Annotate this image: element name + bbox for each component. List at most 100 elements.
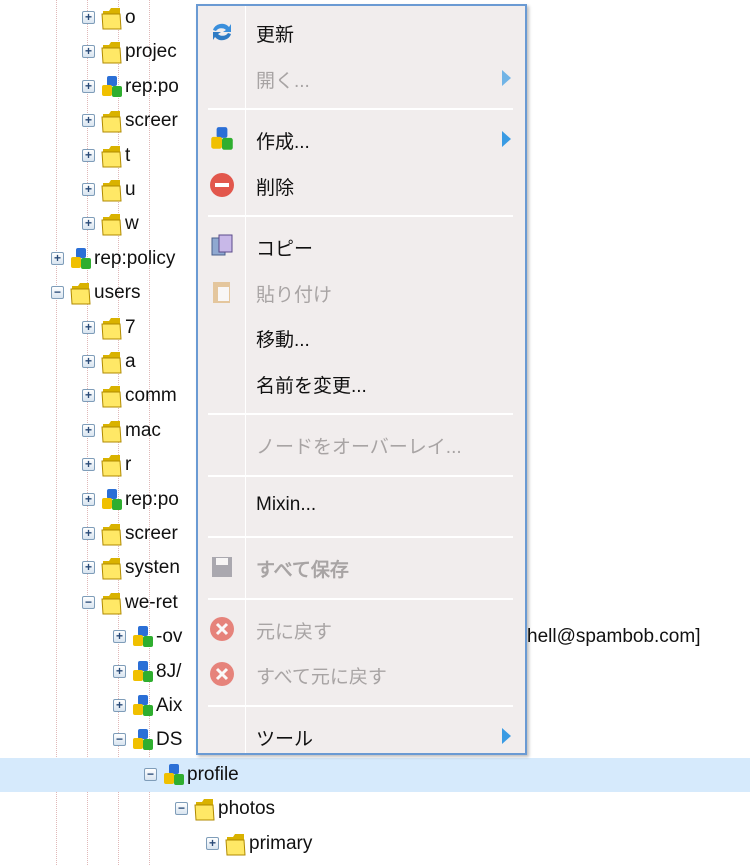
folder-icon xyxy=(100,211,124,237)
tree-node[interactable]: − photos xyxy=(0,792,750,826)
tree-node-label[interactable]: w xyxy=(125,213,139,235)
tree-node-label[interactable]: screer xyxy=(125,110,178,132)
collapse-toggle-icon[interactable]: − xyxy=(82,595,95,609)
tree-node-label[interactable]: rep:po xyxy=(125,76,179,98)
tree-node-label[interactable]: rep:po xyxy=(125,489,179,511)
tree-node-label[interactable]: comm xyxy=(125,385,177,407)
folder-icon xyxy=(224,831,248,857)
tree-node[interactable]: + primary xyxy=(0,827,750,861)
expand-toggle-icon[interactable]: + xyxy=(82,527,95,540)
tree-node-label[interactable]: 7 xyxy=(125,317,136,339)
folder-icon xyxy=(100,521,124,547)
expand-toggle-icon[interactable]: + xyxy=(113,630,126,644)
tree-node-label[interactable]: profile xyxy=(187,764,239,786)
collapse-toggle-icon[interactable]: − xyxy=(51,286,64,300)
tree-node-label[interactable]: 8J/ xyxy=(156,661,181,683)
tree-node-label[interactable]: Aix xyxy=(156,695,182,717)
tree-node-label[interactable]: u xyxy=(125,179,136,201)
expand-toggle-icon[interactable]: + xyxy=(82,389,95,403)
tree-node-label[interactable]: users xyxy=(94,282,140,304)
tree-node-label[interactable]: t xyxy=(125,145,130,167)
expand-toggle-icon[interactable]: + xyxy=(82,492,95,506)
expand-toggle-icon[interactable]: + xyxy=(82,320,95,334)
expand-toggle-icon[interactable]: + xyxy=(206,836,219,850)
menu-item-label: Mixin... xyxy=(256,493,317,515)
revert-all-icon xyxy=(208,660,236,688)
submenu-arrow-icon xyxy=(502,69,511,86)
node-label-fragment: hell@spambob.com] xyxy=(527,626,701,647)
menu-item-label: ノードをオーバーレイ... xyxy=(256,437,462,458)
folder-icon xyxy=(100,383,124,409)
menu-separator xyxy=(208,597,513,600)
folder-icon xyxy=(100,452,124,478)
expand-toggle-icon[interactable]: + xyxy=(82,148,95,162)
expand-toggle-icon[interactable]: + xyxy=(82,423,95,437)
menu-item: すべて元に戻す xyxy=(198,654,525,694)
tree-node-label[interactable]: mac xyxy=(125,420,161,442)
menu-separator xyxy=(208,108,513,110)
expand-toggle-icon[interactable]: + xyxy=(113,699,126,712)
expand-toggle-icon[interactable]: + xyxy=(113,664,126,678)
expand-toggle-icon[interactable]: + xyxy=(51,251,64,265)
expand-toggle-icon[interactable]: + xyxy=(82,45,95,59)
tree-node-label[interactable]: o xyxy=(125,7,136,29)
tree-node-label[interactable]: projec xyxy=(125,41,177,63)
tree-node-label[interactable]: a xyxy=(125,351,136,373)
menu-item[interactable]: コピー xyxy=(198,226,525,266)
menu-separator xyxy=(208,474,513,477)
menu-separator xyxy=(208,413,513,415)
submenu-arrow-icon xyxy=(502,727,511,744)
folder-icon xyxy=(193,796,217,822)
expand-toggle-icon[interactable]: + xyxy=(82,355,95,368)
node-icon xyxy=(100,487,124,513)
menu-item[interactable]: ツール xyxy=(198,716,525,756)
expand-toggle-icon[interactable]: + xyxy=(82,217,95,231)
tree-node-label[interactable]: primary xyxy=(249,833,312,855)
menu-item[interactable]: 名前を変更... xyxy=(198,363,525,403)
menu-item[interactable]: 移動... xyxy=(198,317,525,357)
tree-node-label[interactable]: screer xyxy=(125,523,178,545)
collapse-toggle-icon[interactable]: − xyxy=(113,733,126,747)
node-icon xyxy=(100,74,124,100)
node-icon xyxy=(208,125,236,153)
menu-item[interactable]: 更新 xyxy=(198,12,525,52)
tree-node-label[interactable]: DS xyxy=(156,729,182,751)
expand-toggle-icon[interactable]: + xyxy=(82,458,95,472)
menu-item-label: 更新 xyxy=(256,25,295,46)
delete-icon xyxy=(208,171,236,199)
folder-icon xyxy=(100,418,124,444)
folder-icon xyxy=(100,177,124,203)
expand-toggle-icon[interactable]: + xyxy=(82,114,95,128)
tree-node-label[interactable]: we-ret xyxy=(125,592,178,614)
tree-node[interactable]: − profile xyxy=(0,757,750,792)
menu-item[interactable]: Mixin... xyxy=(198,486,525,526)
menu-item-label: ツール xyxy=(256,728,314,750)
copy-icon xyxy=(208,232,236,260)
menu-separator xyxy=(208,704,513,707)
collapse-toggle-icon[interactable]: − xyxy=(144,767,157,781)
menu-item-label: 移動... xyxy=(256,330,310,351)
node-icon xyxy=(131,693,155,719)
tree-node-label[interactable]: photos xyxy=(218,798,275,820)
node-icon xyxy=(131,727,155,753)
menu-item[interactable]: 削除 xyxy=(198,165,525,205)
revert-icon xyxy=(208,615,236,643)
tree-node-label[interactable]: r xyxy=(125,454,131,476)
folder-icon xyxy=(100,39,124,65)
folder-icon xyxy=(100,5,124,31)
collapse-toggle-icon[interactable]: − xyxy=(175,802,188,816)
tree-node-label[interactable]: rep:policy xyxy=(94,248,175,270)
expand-toggle-icon[interactable]: + xyxy=(82,11,95,24)
expand-toggle-icon[interactable]: + xyxy=(82,79,95,93)
folder-icon xyxy=(100,590,124,616)
expand-toggle-icon[interactable]: + xyxy=(82,561,95,575)
expand-toggle-icon[interactable]: + xyxy=(82,183,95,196)
refresh-icon xyxy=(208,18,236,46)
tree-node-label[interactable]: systen xyxy=(125,557,180,579)
menu-item-label: すべて保存 xyxy=(256,560,349,581)
folder-icon xyxy=(100,555,124,581)
tree-node-label[interactable]: -ov xyxy=(156,626,182,648)
menu-item[interactable]: 作成... xyxy=(198,119,525,159)
submenu-arrow-icon xyxy=(502,131,511,147)
menu-item-label: 開く... xyxy=(256,70,310,92)
